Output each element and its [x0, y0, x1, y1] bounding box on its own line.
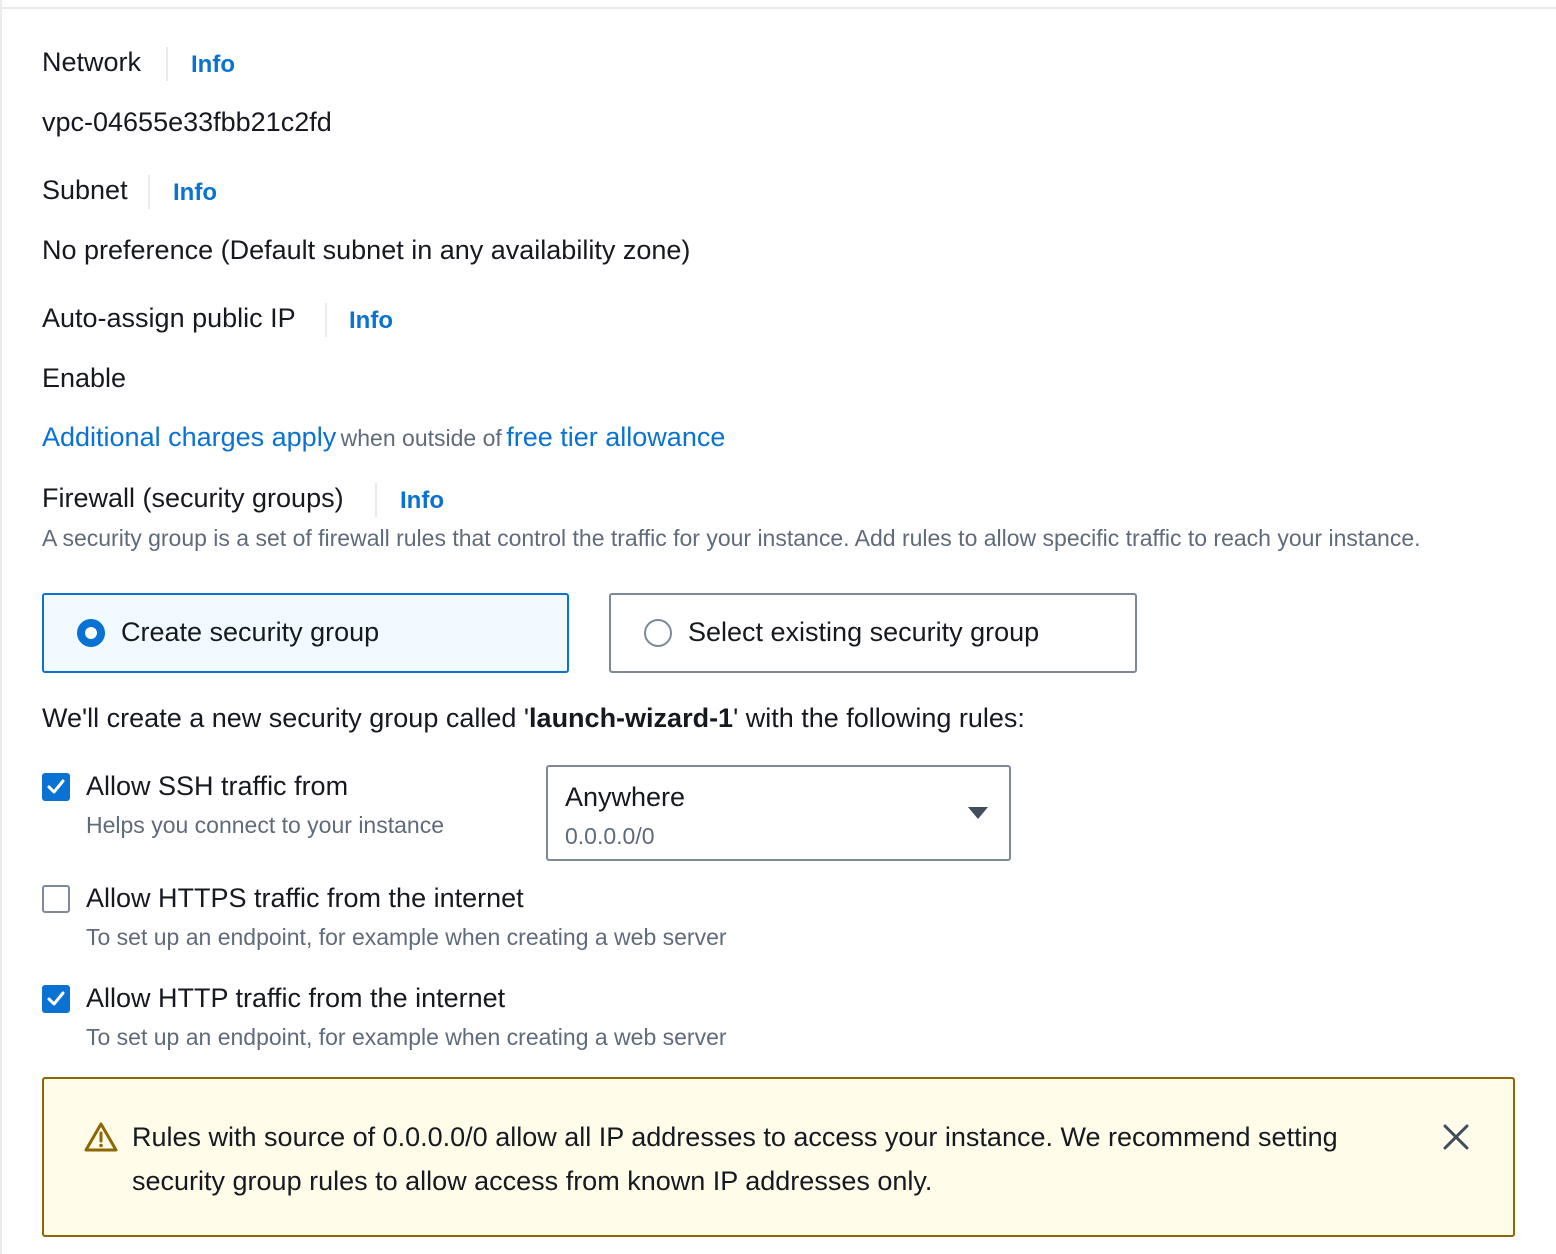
ssh-source-detail: 0.0.0.0/0	[565, 823, 655, 849]
label-divider	[325, 303, 327, 337]
network-info-link[interactable]: Info	[191, 51, 235, 79]
http-rule-label: Allow HTTP traffic from the internet	[86, 983, 506, 1013]
auto-assign-label: Auto-assign public IP	[42, 303, 296, 333]
ssh-rule-label: Allow SSH traffic from	[86, 771, 349, 801]
open-ip-warning-alert: Rules with source of 0.0.0.0/0 allow all…	[42, 1077, 1515, 1237]
https-checkbox[interactable]	[42, 885, 70, 913]
panel-top-border	[0, 7, 1556, 9]
subnet-label: Subnet	[42, 175, 128, 205]
auto-assign-info-link[interactable]: Info	[349, 307, 393, 335]
radio-unselected-icon[interactable]	[644, 619, 672, 647]
security-group-name: launch-wizard-1	[529, 703, 734, 733]
ssh-checkbox[interactable]	[42, 773, 70, 801]
label-divider	[375, 483, 377, 517]
http-checkbox[interactable]	[42, 985, 70, 1013]
auto-assign-value: Enable	[42, 363, 127, 393]
subnet-value: No preference (Default subnet in any ava…	[42, 235, 691, 265]
additional-charges-link[interactable]: Additional charges apply	[42, 422, 336, 452]
ssh-source-select[interactable]: Anywhere 0.0.0.0/0	[546, 765, 1011, 861]
charges-middle-text: when outside of	[340, 425, 502, 451]
security-group-create-note: We'll create a new security group called…	[42, 703, 1025, 734]
close-icon[interactable]	[1442, 1123, 1470, 1151]
select-existing-security-group-label: Select existing security group	[688, 617, 1040, 647]
firewall-info-link[interactable]: Info	[400, 487, 444, 515]
create-note-suffix: ' with the following rules:	[733, 703, 1025, 733]
network-value: vpc-04655e33fbb21c2fd	[42, 107, 332, 137]
charges-note: Additional charges apply when outside of…	[42, 422, 725, 453]
checkmark-icon	[47, 991, 65, 1006]
checkmark-icon	[47, 779, 65, 794]
ssh-rule-description: Helps you connect to your instance	[86, 812, 444, 838]
subnet-info-link[interactable]: Info	[173, 179, 217, 207]
warning-message: Rules with source of 0.0.0.0/0 allow all…	[132, 1122, 1338, 1196]
warning-icon	[84, 1122, 118, 1152]
create-note-prefix: We'll create a new security group called…	[42, 703, 530, 733]
create-security-group-tile[interactable]: Create security group	[42, 593, 569, 673]
http-rule-description: To set up an endpoint, for example when …	[86, 1024, 727, 1050]
radio-selected-icon[interactable]	[77, 619, 105, 647]
label-divider	[148, 175, 150, 209]
caret-down-icon	[968, 807, 988, 819]
ssh-source-value: Anywhere	[565, 782, 686, 812]
select-existing-security-group-tile[interactable]: Select existing security group	[609, 593, 1137, 673]
network-label: Network	[42, 47, 142, 77]
firewall-description: A security group is a set of firewall ru…	[42, 525, 1421, 551]
firewall-label: Firewall (security groups)	[42, 483, 344, 513]
free-tier-link[interactable]: free tier allowance	[506, 422, 725, 452]
label-divider	[166, 47, 168, 81]
https-rule-label: Allow HTTPS traffic from the internet	[86, 883, 524, 913]
create-security-group-label: Create security group	[121, 617, 380, 647]
https-rule-description: To set up an endpoint, for example when …	[86, 924, 727, 950]
